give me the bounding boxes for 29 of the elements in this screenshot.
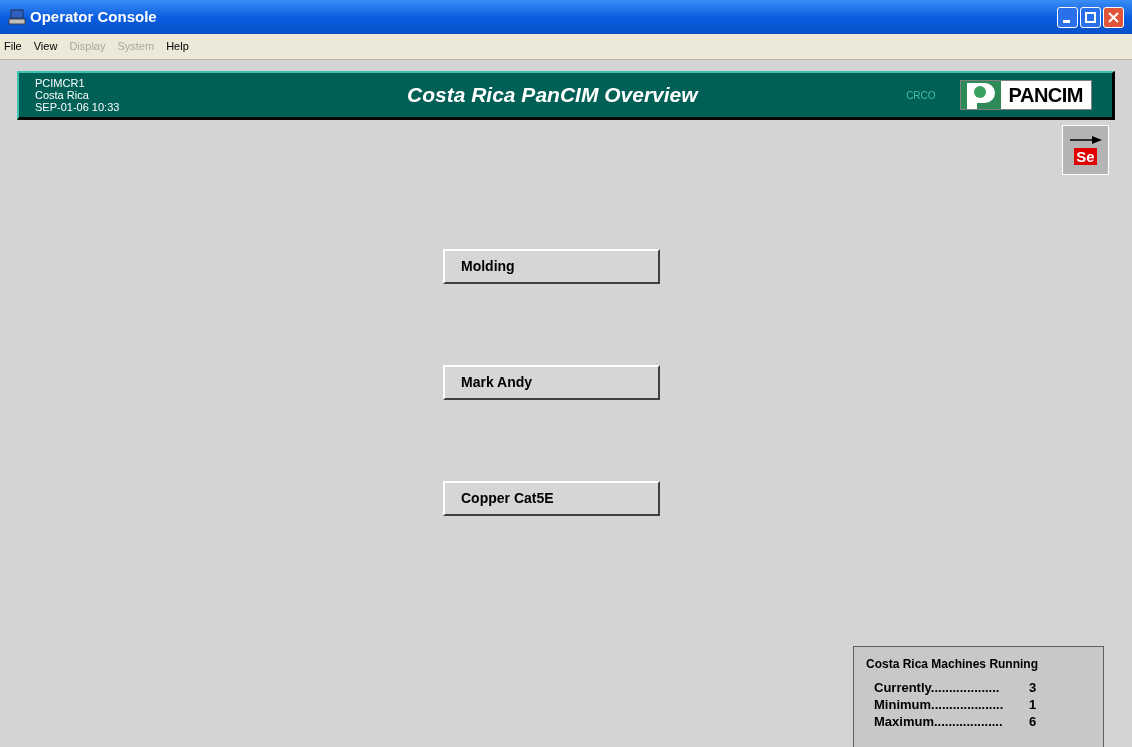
page-title: Costa Rica PanCIM Overview — [407, 82, 698, 109]
area-button[interactable]: Copper Cat5E — [443, 481, 660, 516]
navigate-button[interactable]: Se — [1062, 125, 1109, 175]
stat-label: Maximum................... — [874, 713, 1004, 730]
stat-value: 6 — [1029, 713, 1037, 730]
area-button[interactable]: Molding — [443, 249, 660, 284]
computer-icon — [8, 9, 26, 25]
close-button[interactable] — [1103, 6, 1124, 28]
stat-value: 1 — [1029, 696, 1037, 713]
area-button[interactable]: Mark Andy — [443, 365, 660, 400]
menu-item[interactable]: File — [4, 38, 22, 55]
menu-item[interactable]: View — [33, 38, 58, 55]
arrow-icon — [1069, 135, 1102, 144]
site-name: Costa Rica — [35, 89, 90, 101]
site-code: CRCO — [906, 88, 936, 103]
logo-text: PANCIM — [1007, 83, 1084, 108]
stat-label: Minimum.................... — [874, 696, 1005, 713]
stat-value: 3 — [1029, 679, 1037, 696]
maximize-button[interactable] — [1080, 6, 1101, 28]
window-title: Operator Console — [30, 6, 157, 27]
minimize-button[interactable] — [1057, 6, 1078, 28]
date-time: SEP-01-06 10:33 — [35, 101, 121, 113]
menu-item[interactable]: Help — [166, 38, 189, 55]
stat-label: Currently................... — [874, 679, 1001, 696]
maximize-icon — [1085, 11, 1096, 23]
node-name: PCIMCR1 — [35, 77, 86, 89]
minimize-icon — [1062, 19, 1070, 23]
panel-title: Costa Rica Machines Running — [866, 656, 1040, 673]
close-icon — [1108, 11, 1119, 23]
